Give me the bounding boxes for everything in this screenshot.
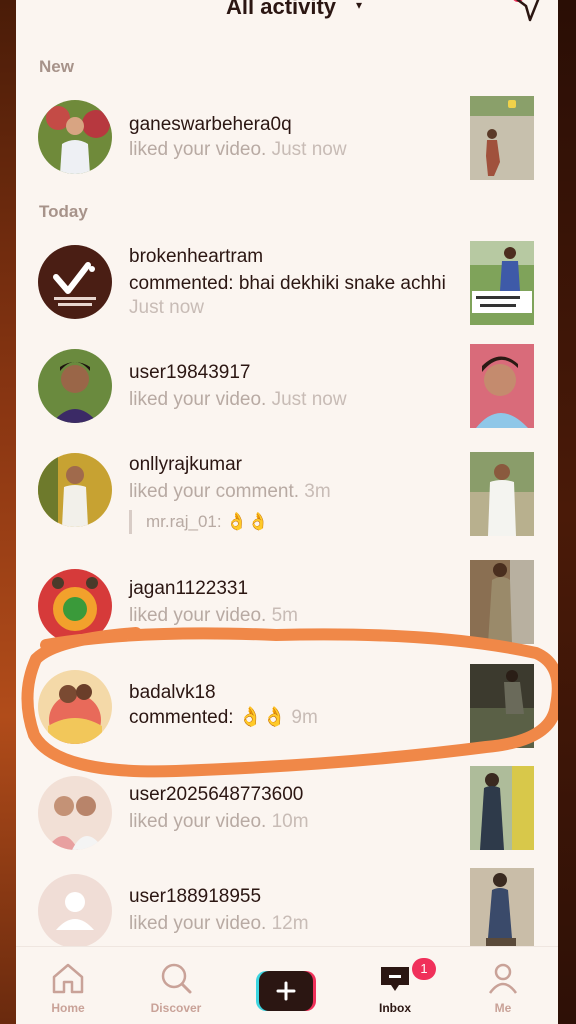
activity-filter-title[interactable]: All activity	[226, 0, 336, 20]
timestamp: 3m	[304, 481, 331, 502]
timestamp: 12m	[271, 913, 309, 934]
chevron-down-icon[interactable]: ▾	[356, 0, 362, 12]
section-label-today: Today	[39, 202, 88, 221]
avatar[interactable]	[38, 349, 112, 423]
search-icon	[161, 963, 192, 994]
username[interactable]: badalvk18	[129, 682, 216, 704]
notification-row[interactable]: badalvk18 commented: 👌👌 9m	[16, 658, 558, 758]
nav-me-label: Me	[494, 1001, 512, 1015]
notification-text: liked your video. 12m	[129, 912, 449, 936]
notification-text: liked your video. 5m	[129, 604, 449, 628]
notification-text: liked your video. 10m	[129, 810, 449, 834]
nav-discover-label: Discover	[150, 1001, 202, 1015]
video-thumbnail[interactable]	[470, 868, 534, 952]
section-label-new: New	[39, 57, 74, 76]
notification-action: commented: 👌👌	[129, 707, 287, 728]
create-video-button[interactable]	[256, 971, 316, 1011]
username[interactable]: user2025648773600	[129, 784, 303, 806]
notification-row[interactable]: onllyrajkumar liked your comment. 3m mr.…	[16, 440, 558, 540]
timestamp: Just now	[271, 139, 347, 160]
avatar[interactable]	[38, 776, 112, 850]
avatar[interactable]	[38, 874, 112, 948]
notification-text: liked your video. Just now	[129, 388, 449, 412]
username[interactable]: user19843917	[129, 362, 251, 384]
video-thumbnail[interactable]	[470, 96, 534, 180]
top-bar: All activity ▾	[16, 0, 558, 30]
username[interactable]: ganeswarbehera0q	[129, 114, 292, 136]
inbox-icon	[381, 967, 409, 991]
activity-screen: All activity ▾ New ganeswarbehera0q like…	[16, 0, 558, 1024]
timestamp: Just now	[271, 389, 347, 410]
video-thumbnail[interactable]	[470, 766, 534, 850]
background-edge-right	[558, 0, 576, 1024]
avatar[interactable]	[38, 569, 112, 643]
notification-text: liked your video. Just now	[129, 138, 449, 162]
direct-message-icon[interactable]	[508, 0, 544, 24]
notification-row[interactable]: ganeswarbehera0q liked your video. Just …	[16, 86, 558, 186]
username[interactable]: brokenheartram	[129, 246, 263, 268]
avatar[interactable]	[38, 453, 112, 527]
comment-reply-quote: mr.raj_01: 👌👌	[129, 510, 269, 534]
nav-home[interactable]: Home	[23, 961, 113, 1015]
notification-text: commented: bhai dekhiki snake achhi Just…	[129, 272, 449, 320]
nav-inbox-label: Inbox	[379, 1001, 411, 1015]
video-thumbnail[interactable]	[470, 664, 534, 748]
timestamp: Just now	[129, 297, 204, 318]
profile-icon	[488, 963, 518, 994]
username[interactable]: onllyrajkumar	[129, 454, 242, 476]
nav-discover[interactable]: Discover	[131, 961, 221, 1015]
timestamp: 9m	[291, 707, 318, 728]
video-thumbnail[interactable]	[470, 452, 534, 536]
notification-text: liked your comment. 3m	[129, 480, 449, 504]
notification-row[interactable]: user2025648773600 liked your video. 10m	[16, 762, 558, 862]
notification-text: commented: 👌👌 9m	[129, 706, 449, 730]
username[interactable]: user188918955	[129, 886, 261, 908]
timestamp: 5m	[271, 605, 298, 626]
video-thumbnail[interactable]	[470, 560, 534, 644]
video-thumbnail[interactable]	[470, 241, 534, 325]
notification-action: liked your video.	[129, 389, 267, 410]
username[interactable]: jagan1122331	[129, 578, 248, 600]
notification-row[interactable]: jagan1122331 liked your video. 5m	[16, 556, 558, 656]
notification-row[interactable]: user19843917 liked your video. Just now	[16, 336, 558, 436]
home-icon	[52, 963, 84, 994]
background-edge-left	[0, 0, 16, 1024]
notification-action: liked your comment.	[129, 481, 300, 502]
nav-home-label: Home	[51, 1001, 85, 1015]
avatar[interactable]	[38, 670, 112, 744]
notification-action: commented: bhai dekhiki snake achhi	[129, 273, 446, 294]
timestamp: 10m	[271, 811, 309, 832]
notification-action: liked your video.	[129, 811, 267, 832]
avatar[interactable]	[38, 245, 112, 319]
notification-action: liked your video.	[129, 139, 267, 160]
bottom-navigation: Home Discover Inbox Me	[16, 946, 558, 1024]
video-thumbnail[interactable]	[470, 344, 534, 428]
notification-action: liked your video.	[129, 913, 267, 934]
inbox-notification-badge: 1	[412, 958, 436, 980]
notification-action: liked your video.	[129, 605, 267, 626]
notification-row[interactable]: brokenheartram commented: bhai dekhiki s…	[16, 232, 558, 332]
nav-me[interactable]: Me	[458, 961, 548, 1015]
avatar[interactable]	[38, 100, 112, 174]
